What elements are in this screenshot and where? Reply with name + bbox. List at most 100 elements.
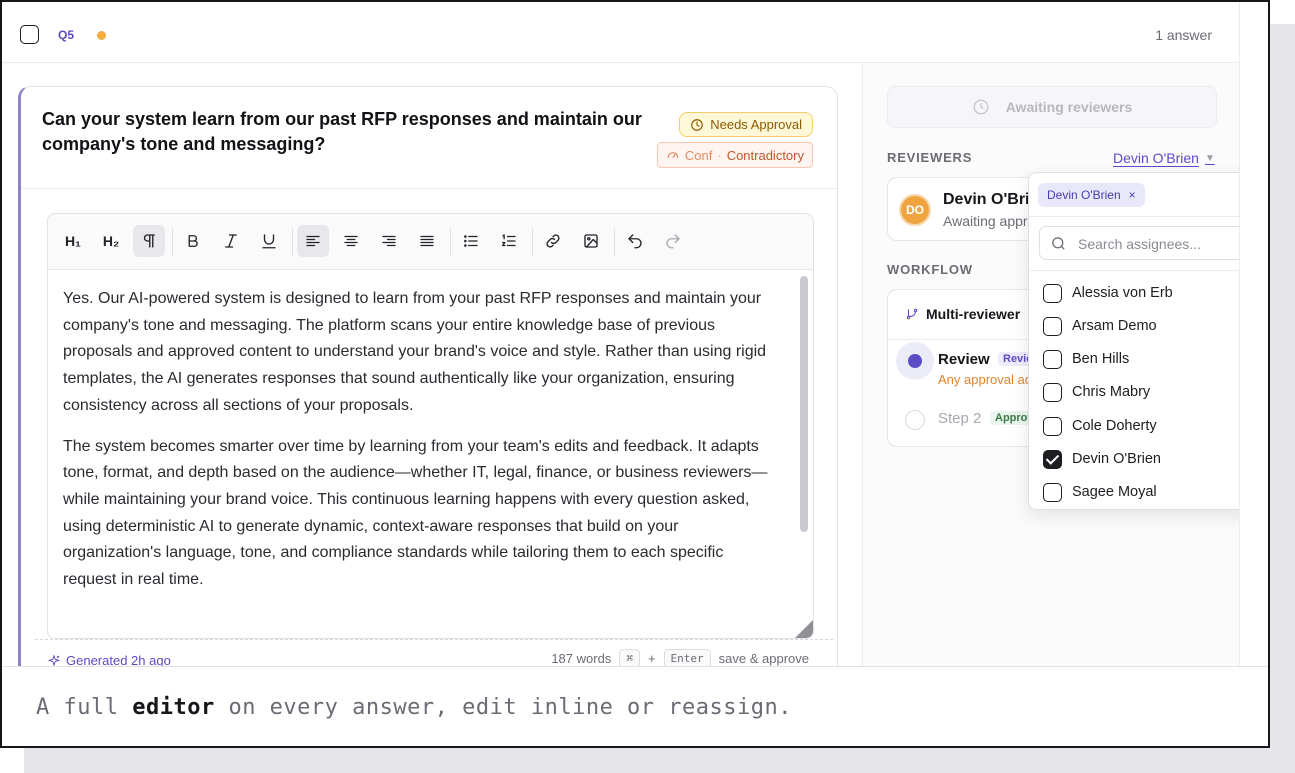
justify-button[interactable] bbox=[411, 225, 443, 257]
assignee-dropdown: Devin O'Brien × Alessia von Erb Arsam De… bbox=[1028, 172, 1239, 510]
answer-paragraph-1[interactable]: Yes. Our AI-powered system is designed t… bbox=[63, 286, 775, 420]
align-right-button[interactable] bbox=[373, 225, 405, 257]
justify-icon bbox=[420, 235, 434, 247]
generated-time: Generated 2h ago bbox=[66, 653, 171, 666]
avatar: DO bbox=[899, 194, 931, 226]
assignee-option[interactable]: Devin O'Brien bbox=[1043, 447, 1161, 471]
bold-button[interactable] bbox=[177, 225, 209, 257]
step-2-name: Step 2 bbox=[938, 410, 982, 427]
align-center-icon bbox=[344, 235, 358, 247]
generated-info: Generated 2h ago bbox=[47, 653, 171, 666]
needs-approval-label: Needs Approval bbox=[710, 117, 802, 132]
assignee-option[interactable]: Cole Doherty bbox=[1043, 414, 1157, 438]
answer-count[interactable]: 1 answer bbox=[1155, 27, 1212, 43]
confidence-badge[interactable]: Conf · Contradictory bbox=[656, 142, 813, 168]
bullet-list-button[interactable] bbox=[455, 225, 487, 257]
assignee-checkbox[interactable] bbox=[1043, 349, 1062, 369]
underline-icon bbox=[262, 234, 276, 249]
toolbar-separator bbox=[172, 228, 173, 256]
status-dot bbox=[97, 31, 106, 40]
assignee-option[interactable]: Sagee Moyal bbox=[1043, 480, 1157, 504]
redo-button[interactable] bbox=[657, 225, 689, 257]
assignee-option-label: Alessia von Erb bbox=[1072, 285, 1173, 301]
reviewer-picker-trigger[interactable]: Devin O'Brien ▼ bbox=[1113, 150, 1215, 166]
caption-text: A full editor on every answer, edit inli… bbox=[36, 695, 792, 720]
assignee-option-label: Cole Doherty bbox=[1072, 418, 1157, 434]
word-count: 187 words bbox=[551, 651, 612, 666]
editor-scrollbar[interactable] bbox=[800, 276, 808, 532]
editor-footer-actions: 187 words ⌘ + Enter save & approve bbox=[551, 649, 809, 666]
numbered-list-button[interactable] bbox=[493, 225, 525, 257]
answer-text-area[interactable]: Yes. Our AI-powered system is designed t… bbox=[63, 286, 775, 608]
caption-after: on every answer, edit inline or reassign… bbox=[214, 695, 792, 720]
git-branch-icon bbox=[906, 308, 918, 320]
question-header: Q5 1 answer bbox=[2, 2, 1239, 63]
save-approve-hint[interactable]: save & approve bbox=[719, 651, 809, 666]
assignee-checkbox[interactable] bbox=[1043, 416, 1062, 436]
awaiting-reviewers-label: Awaiting reviewers bbox=[1005, 99, 1133, 115]
select-question-checkbox[interactable] bbox=[20, 25, 39, 44]
assignee-option-label: Ben Hills bbox=[1072, 351, 1130, 367]
dropdown-divider bbox=[1029, 270, 1239, 271]
undo-button[interactable] bbox=[619, 225, 651, 257]
assignee-option[interactable]: Alessia von Erb bbox=[1043, 281, 1173, 305]
reviewer-picker-label: Devin O'Brien bbox=[1113, 150, 1199, 166]
app-window: Q5 1 answer Can your system learn from o… bbox=[2, 2, 1240, 666]
align-center-button[interactable] bbox=[335, 225, 367, 257]
answer-paragraph-2[interactable]: The system becomes smarter over time by … bbox=[63, 434, 775, 594]
dropdown-divider bbox=[1029, 216, 1239, 217]
assignee-search bbox=[1039, 226, 1239, 260]
align-left-button[interactable] bbox=[297, 225, 329, 257]
assignee-checkbox[interactable] bbox=[1043, 482, 1062, 502]
assignee-option-label: Devin O'Brien bbox=[1072, 451, 1161, 467]
heading-1-button[interactable]: H₁ bbox=[57, 225, 89, 257]
assignee-checkbox[interactable] bbox=[1043, 382, 1062, 402]
paragraph-button[interactable] bbox=[133, 225, 165, 257]
resize-handle[interactable] bbox=[795, 620, 813, 638]
footer-divider bbox=[35, 639, 833, 640]
step-review-rule: Any approval ad bbox=[938, 372, 1032, 387]
redo-icon bbox=[666, 234, 680, 249]
awaiting-reviewers-button[interactable]: Awaiting reviewers bbox=[887, 86, 1217, 128]
link-button[interactable] bbox=[537, 225, 569, 257]
heading-2-button[interactable]: H₂ bbox=[95, 225, 127, 257]
pilcrow-icon bbox=[143, 234, 155, 248]
enter-key: Enter bbox=[663, 649, 711, 666]
rich-text-editor: H₁ H₂ Yes. Our AI-powered system is desi… bbox=[47, 213, 814, 639]
assignee-checkbox[interactable] bbox=[1043, 283, 1062, 303]
selected-assignee-name: Devin O'Brien bbox=[1047, 188, 1121, 202]
confidence-separator: · bbox=[717, 147, 722, 163]
assignee-option[interactable]: Chris Mabry bbox=[1043, 380, 1150, 404]
question-title: Can your system learn from our past RFP … bbox=[42, 109, 642, 154]
card-divider bbox=[21, 188, 837, 189]
command-key: ⌘ bbox=[619, 649, 640, 666]
bold-icon bbox=[188, 235, 198, 247]
image-icon bbox=[584, 234, 598, 248]
assignee-option[interactable]: Arsam Demo bbox=[1043, 314, 1157, 338]
remove-assignee-icon[interactable]: × bbox=[1129, 188, 1136, 202]
reviewer-name: Devin O'Brie bbox=[943, 191, 1039, 208]
plus-sign: + bbox=[647, 651, 656, 666]
screenshot-frame: Q5 1 answer Can your system learn from o… bbox=[0, 0, 1270, 748]
toolbar-separator bbox=[450, 228, 451, 256]
workflow-title[interactable]: Multi-reviewer bbox=[905, 306, 1020, 322]
caption-bar: A full editor on every answer, edit inli… bbox=[2, 666, 1268, 746]
search-input[interactable] bbox=[1078, 233, 1239, 255]
clock-icon bbox=[973, 99, 989, 115]
italic-icon bbox=[225, 234, 237, 248]
needs-approval-badge[interactable]: Needs Approval bbox=[679, 112, 813, 137]
workflow-title-label: Multi-reviewer bbox=[926, 306, 1021, 322]
image-button[interactable] bbox=[575, 225, 607, 257]
underline-button[interactable] bbox=[253, 225, 285, 257]
selected-assignee-chip[interactable]: Devin O'Brien × bbox=[1038, 183, 1145, 207]
align-right-icon bbox=[382, 235, 396, 247]
italic-button[interactable] bbox=[215, 225, 247, 257]
assignee-checkbox-checked[interactable] bbox=[1043, 449, 1062, 469]
gauge-icon bbox=[667, 152, 679, 158]
assignee-checkbox[interactable] bbox=[1043, 316, 1062, 336]
toolbar-separator bbox=[292, 228, 293, 256]
assignee-option[interactable]: Ben Hills bbox=[1043, 347, 1129, 371]
confidence-label: Conf bbox=[684, 147, 713, 163]
assignee-option-label: Chris Mabry bbox=[1072, 384, 1151, 400]
link-icon bbox=[546, 234, 560, 248]
